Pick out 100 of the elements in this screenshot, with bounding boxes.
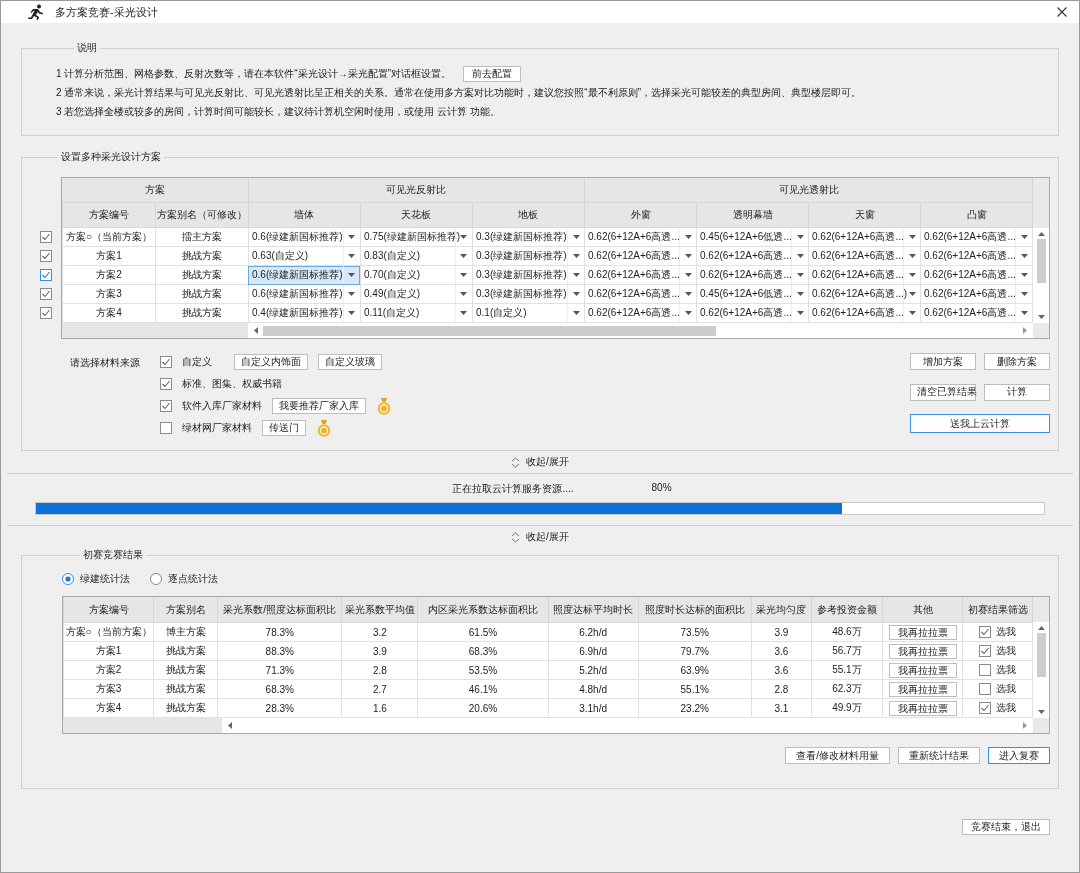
scrollbar[interactable]: [1033, 622, 1049, 718]
table-cell[interactable]: 挑战方案: [155, 284, 249, 304]
dropdown-field[interactable]: 0.62(6+12A+6高透...: [920, 284, 1033, 304]
checkbox[interactable]: [40, 306, 52, 319]
source-button[interactable]: 传送门: [262, 419, 306, 436]
column-header: 凸窗: [920, 202, 1033, 228]
checkbox[interactable]: [979, 645, 992, 657]
table-cell[interactable]: 挑战方案: [155, 303, 249, 323]
action-button[interactable]: 进入复赛: [988, 747, 1050, 764]
source-button[interactable]: 自定义玻璃: [318, 353, 382, 370]
checkbox[interactable]: [40, 287, 52, 300]
table-cell: 方案2: [63, 660, 154, 680]
dropdown-field[interactable]: 0.62(6+12A+6高透...: [584, 265, 697, 285]
collapse-toggle[interactable]: 收起/展开: [511, 455, 569, 469]
dropdown-field[interactable]: 0.45(6+12A+6低透...: [696, 227, 809, 247]
table-cell: 53.5%: [417, 660, 549, 680]
progress-percent: 80%: [651, 482, 672, 495]
scroll-arrow-icon[interactable]: [1037, 232, 1045, 236]
vote-button[interactable]: 我再拉拉票: [888, 700, 957, 716]
dropdown-field[interactable]: 0.3(绿建新国标推荐): [472, 227, 585, 247]
table-cell[interactable]: 挑战方案: [155, 246, 249, 266]
checkbox[interactable]: [40, 249, 52, 262]
radio-button[interactable]: [62, 573, 74, 585]
dropdown-field[interactable]: 0.6(绿建新国标推荐): [248, 284, 361, 304]
dropdown-field[interactable]: 0.62(6+12A+6高透...: [920, 246, 1033, 266]
dropdown-field[interactable]: 0.62(6+12A+6高透...: [920, 303, 1033, 323]
dropdown-field[interactable]: 0.49(自定义): [360, 284, 473, 304]
dropdown-field[interactable]: 0.3(绿建新国标推荐): [472, 246, 585, 266]
dropdown-field[interactable]: 0.3(绿建新国标推荐): [472, 265, 585, 285]
checkbox[interactable]: [160, 421, 172, 434]
caret-icon: [1020, 273, 1028, 277]
dropdown-field[interactable]: 0.62(6+12A+6高透...: [808, 265, 921, 285]
checkbox[interactable]: [979, 683, 992, 695]
dropdown-field[interactable]: 0.62(6+12A+6高透...): [808, 284, 921, 304]
dropdown-field[interactable]: 0.62(6+12A+6高透...: [696, 303, 809, 323]
dropdown-field[interactable]: 0.45(6+12A+6低透...: [696, 284, 809, 304]
dropdown-field[interactable]: 0.62(6+12A+6高透...: [808, 227, 921, 247]
action-button[interactable]: 清空已算结果: [910, 383, 976, 401]
table-cell: 78.3%: [217, 622, 342, 642]
source-button[interactable]: 自定义内饰面: [234, 353, 308, 370]
scroll-arrow-icon[interactable]: [1037, 315, 1045, 319]
checkbox[interactable]: [40, 230, 52, 243]
checkbox[interactable]: [160, 355, 172, 368]
vote-button[interactable]: 我再拉拉票: [888, 643, 957, 659]
close-icon[interactable]: [1057, 7, 1067, 17]
dropdown-field[interactable]: 0.70(自定义): [360, 265, 473, 285]
checkbox[interactable]: [979, 664, 992, 676]
dropdown-field[interactable]: 0.6(绿建新国标推荐): [248, 227, 361, 247]
checkbox[interactable]: [979, 626, 992, 638]
dropdown-field[interactable]: 0.62(6+12A+6高透...: [696, 265, 809, 285]
action-button[interactable]: 计算: [984, 383, 1050, 401]
dropdown-field[interactable]: 0.62(6+12A+6高透...: [584, 303, 697, 323]
dropdown-field[interactable]: 0.62(6+12A+6高透...: [808, 303, 921, 323]
dropdown-field[interactable]: 0.62(6+12A+6高透...: [696, 246, 809, 266]
vote-button[interactable]: 我再拉拉票: [888, 681, 957, 697]
checkbox[interactable]: [160, 377, 172, 390]
dropdown-field[interactable]: 0.62(6+12A+6高透...: [584, 246, 697, 266]
collapse-toggle[interactable]: 收起/展开: [511, 530, 569, 544]
radio-label[interactable]: 绿建统计法: [80, 572, 130, 586]
exit-button[interactable]: 竞赛结束，退出: [962, 819, 1050, 835]
dropdown-field[interactable]: 0.83(自定义): [360, 246, 473, 266]
dropdown-field[interactable]: 0.63(自定义): [248, 246, 361, 266]
checkbox[interactable]: [979, 702, 992, 714]
action-button[interactable]: 送我上云计算: [910, 414, 1050, 434]
vote-button[interactable]: 我再拉拉票: [888, 624, 957, 640]
caret-icon: [348, 273, 356, 277]
scrollbar[interactable]: [1033, 228, 1049, 323]
checkbox[interactable]: [40, 268, 52, 281]
radio-label[interactable]: 逐点统计法: [168, 572, 218, 586]
scroll-arrow-icon[interactable]: [1037, 626, 1045, 630]
dropdown-field[interactable]: 0.1(自定义): [472, 303, 585, 323]
table-cell[interactable]: 擂主方案: [155, 227, 249, 247]
scrollbar[interactable]: [222, 718, 1033, 733]
settings-button[interactable]: 前去配置: [463, 65, 521, 82]
column-header: 照度达标平均时长: [548, 597, 639, 623]
dropdown-field[interactable]: 0.3(绿建新国标推荐): [472, 284, 585, 304]
dropdown-field[interactable]: 0.62(6+12A+6高透...: [584, 284, 697, 304]
dropdown-field[interactable]: 0.62(6+12A+6高透...: [808, 246, 921, 266]
checkbox[interactable]: [160, 399, 172, 412]
source-button[interactable]: 我要推荐厂家入库: [272, 397, 366, 414]
dropdown-field[interactable]: 0.62(6+12A+6高透...: [584, 227, 697, 247]
scroll-arrow-icon[interactable]: [1037, 710, 1045, 714]
caret-icon: [348, 254, 356, 258]
scroll-arrow-icon[interactable]: [1023, 327, 1027, 334]
radio-button[interactable]: [150, 573, 162, 585]
dropdown-field[interactable]: 0.4(绿建新国标推荐): [248, 303, 361, 323]
vote-button[interactable]: 我再拉拉票: [888, 662, 957, 678]
action-button[interactable]: 重新统计结果: [898, 747, 980, 764]
column-header: 照度时长达标的面积比: [638, 597, 752, 623]
dropdown-field[interactable]: 0.62(6+12A+6高透...: [920, 265, 1033, 285]
scroll-arrow-icon[interactable]: [1023, 722, 1027, 729]
dropdown-field[interactable]: 0.11(自定义): [360, 303, 473, 323]
scroll-arrow-icon[interactable]: [228, 722, 232, 729]
action-button[interactable]: 删除方案: [984, 353, 1050, 370]
action-button[interactable]: 增加方案: [910, 353, 976, 370]
action-button[interactable]: 查看/修改材料用量: [785, 747, 890, 764]
scrollbar[interactable]: [248, 323, 1033, 338]
dropdown-field[interactable]: 0.62(6+12A+6高透...: [920, 227, 1033, 247]
dropdown-field[interactable]: 0.75(绿建新国标推荐): [360, 227, 473, 247]
scroll-arrow-icon[interactable]: [254, 327, 258, 334]
